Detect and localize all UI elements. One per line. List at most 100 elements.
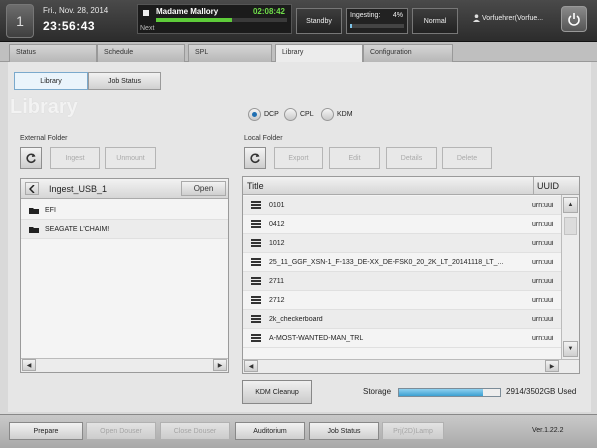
folder-icon — [29, 226, 39, 233]
prepare-button[interactable]: Prepare — [9, 422, 83, 440]
content-title: 2k_checkerboard — [269, 315, 323, 323]
page-title-watermark: Library — [10, 96, 78, 118]
column-divider — [533, 177, 534, 195]
local-folder-label: Local Folder — [244, 135, 283, 142]
content-title: 1012 — [269, 239, 285, 247]
scroll-down-button[interactable]: ▼ — [563, 341, 578, 357]
external-path-bar: Ingest_USB_1 Open — [21, 179, 228, 199]
standby-button[interactable]: Standby — [296, 8, 342, 34]
tab-library[interactable]: Library — [275, 44, 363, 63]
radio-dcp-label: DCP — [264, 111, 279, 118]
film-reel-icon — [251, 334, 261, 342]
content-uuid: urn:uui — [532, 296, 554, 304]
scroll-left-button[interactable]: ◀ — [244, 360, 258, 372]
folder-name: SEAGATE L'CHAIM! — [45, 225, 110, 233]
screen-number-badge[interactable]: 1 — [6, 4, 34, 38]
column-title[interactable]: Title — [247, 181, 264, 191]
ingest-button[interactable]: Ingest — [50, 147, 100, 169]
external-horizontal-scrollbar[interactable]: ◀ ▶ — [21, 358, 228, 372]
tab-schedule[interactable]: Schedule — [97, 44, 185, 62]
content-title: 2712 — [269, 296, 285, 304]
local-content-table: Title UUID 0101 urn:uui 0412 urn:uui 1012 urn… — [242, 176, 580, 374]
radio-cpl[interactable]: CPL — [284, 108, 314, 121]
external-folder-label: External Folder — [20, 135, 68, 142]
delete-button[interactable]: Delete — [442, 147, 492, 169]
show-progress-bar — [156, 18, 287, 22]
local-table-row[interactable]: A-MOST-WANTED-MAN_TRL urn:uui — [243, 329, 561, 348]
job-status-button[interactable]: Job Status — [309, 422, 379, 440]
content-title: 0101 — [269, 201, 285, 209]
subtab-library[interactable]: Library — [14, 72, 88, 90]
export-button[interactable]: Export — [274, 147, 323, 169]
content-title: A-MOST-WANTED-MAN_TRL — [269, 334, 364, 342]
bottom-action-bar: Prepare Open Douser Close Douser Auditor… — [0, 414, 597, 448]
radio-unselected-icon — [321, 108, 334, 121]
subtab-job-status[interactable]: Job Status — [88, 72, 161, 90]
radio-dcp[interactable]: DCP — [248, 108, 279, 121]
details-button[interactable]: Details — [386, 147, 437, 169]
column-uuid[interactable]: UUID — [537, 181, 559, 191]
local-table-row[interactable]: 2k_checkerboard urn:uui — [243, 310, 561, 329]
local-refresh-button[interactable] — [244, 147, 266, 169]
library-content: Library Job Status Library DCP CPL KDM E… — [8, 62, 591, 412]
folder-row[interactable]: EFI — [21, 201, 228, 220]
scroll-up-button[interactable]: ▲ — [563, 197, 578, 213]
scrollbar-thumb[interactable] — [564, 217, 577, 235]
content-uuid: urn:uui — [532, 277, 554, 285]
external-path: Ingest_USB_1 — [49, 184, 108, 194]
open-douser-button[interactable]: Open Douser — [86, 422, 156, 440]
user-account[interactable]: Vorfuehrer(Vorfue... — [473, 14, 543, 22]
scroll-left-button[interactable]: ◀ — [22, 359, 36, 371]
edit-button[interactable]: Edit — [329, 147, 380, 169]
close-douser-button[interactable]: Close Douser — [160, 422, 230, 440]
local-table-row[interactable]: 25_11_GGF_XSN-1_F-133_DE-XX_DE-FSK0_20_2… — [243, 253, 561, 272]
show-progress-fill — [156, 18, 232, 22]
content-uuid: urn:uui — [532, 220, 554, 228]
tab-spl[interactable]: SPL — [188, 44, 272, 62]
unmount-button[interactable]: Unmount — [105, 147, 156, 169]
film-reel-icon — [251, 296, 261, 304]
refresh-icon — [250, 153, 260, 164]
scroll-right-button[interactable]: ▶ — [213, 359, 227, 371]
refresh-icon — [26, 153, 36, 164]
power-button[interactable] — [561, 6, 587, 32]
open-button[interactable]: Open — [181, 181, 226, 196]
normal-mode-button[interactable]: Normal — [412, 8, 458, 34]
tab-status[interactable]: Status — [9, 44, 97, 62]
ingesting-status[interactable]: Ingesting: 4% — [346, 8, 408, 34]
storage-value: 2914/3502GB Used — [506, 387, 577, 396]
current-date: Fri., Nov. 28, 2014 — [43, 6, 109, 15]
next-label: Next — [140, 25, 155, 32]
auditorium-button[interactable]: Auditorium — [235, 422, 305, 440]
content-uuid: urn:uui — [532, 334, 554, 342]
tab-configuration[interactable]: Configuration — [363, 44, 453, 62]
content-title: 0412 — [269, 220, 285, 228]
back-button[interactable] — [25, 182, 39, 195]
chevron-left-icon — [29, 184, 35, 193]
projector-lamp-button[interactable]: Prj(2D)Lamp — [382, 422, 444, 440]
local-table-row[interactable]: 2711 urn:uui — [243, 272, 561, 291]
local-table-row[interactable]: 1012 urn:uui — [243, 234, 561, 253]
now-playing-panel[interactable]: Madame Mallory 02:08:42 Next — [137, 4, 292, 34]
radio-kdm[interactable]: KDM — [321, 108, 353, 121]
table-header: Title UUID — [243, 177, 579, 195]
folder-row[interactable]: SEAGATE L'CHAIM! — [21, 220, 228, 239]
content-title: 2711 — [269, 277, 285, 285]
film-reel-icon — [251, 220, 261, 228]
local-table-row[interactable]: 0412 urn:uui — [243, 215, 561, 234]
scroll-right-button[interactable]: ▶ — [545, 360, 559, 372]
local-table-row[interactable]: 2712 urn:uui — [243, 291, 561, 310]
local-table-row[interactable]: 0101 urn:uui — [243, 196, 561, 215]
folder-name: EFI — [45, 206, 56, 214]
kdm-cleanup-button[interactable]: KDM Cleanup — [242, 380, 312, 404]
stop-icon — [143, 10, 149, 16]
local-vertical-scrollbar[interactable]: ▲ ▼ — [561, 195, 579, 359]
local-horizontal-scrollbar[interactable]: ◀ ▶ — [243, 359, 579, 373]
show-title: Madame Mallory — [156, 7, 219, 16]
ingesting-label: Ingesting: — [350, 12, 381, 19]
main-tab-bar: Status Schedule SPL Library Configuratio… — [0, 42, 597, 63]
storage-usage-bar — [398, 388, 501, 397]
external-refresh-button[interactable] — [20, 147, 42, 169]
film-reel-icon — [251, 258, 261, 266]
power-icon — [568, 13, 580, 26]
